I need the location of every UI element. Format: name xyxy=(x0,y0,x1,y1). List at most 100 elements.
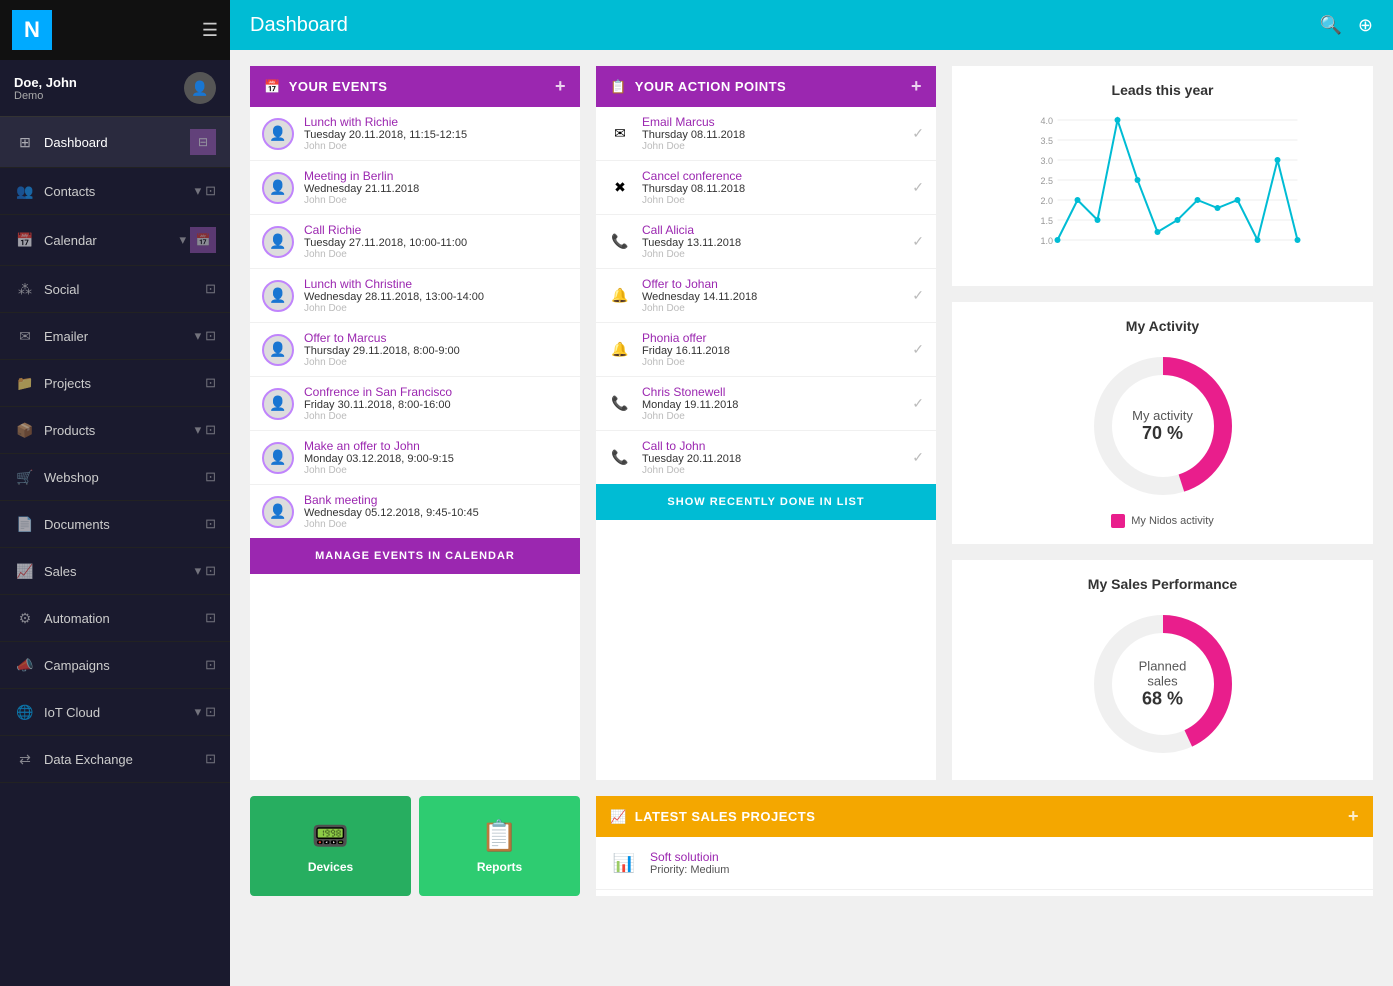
activity-title: My Activity xyxy=(968,318,1357,334)
sidebar-item-calendar[interactable]: 📅 Calendar ▾ 📅 xyxy=(0,215,230,266)
event-date: Monday 03.12.2018, 9:00-9:15 xyxy=(304,453,568,465)
event-title: Lunch with Christine xyxy=(304,277,568,291)
sales-center-label: Planned sales xyxy=(1123,659,1203,689)
hamburger-icon[interactable]: ☰ xyxy=(202,20,218,41)
event-date: Friday 30.11.2018, 8:00-16:00 xyxy=(304,399,568,411)
dashboard-icon: ⊞ xyxy=(14,131,36,153)
event-list-item[interactable]: 👤 Lunch with Richie Tuesday 20.11.2018, … xyxy=(250,107,580,161)
sidebar-label-iot: IoT Cloud xyxy=(44,705,100,720)
sidebar-item-products[interactable]: 📦 Products ▾ ⊡ xyxy=(0,407,230,454)
sidebar-item-dashboard[interactable]: ⊞ Dashboard ⊟ xyxy=(0,117,230,168)
donut-center-text: My activity 70 % xyxy=(1132,408,1193,444)
data-exchange-icon: ⇄ xyxy=(14,748,36,770)
sidebar-item-projects[interactable]: 📁 Projects ⊡ xyxy=(0,360,230,407)
campaigns-icon: 📣 xyxy=(14,654,36,676)
actions-footer-button[interactable]: SHOW RECENTLY DONE IN LIST xyxy=(596,484,936,520)
event-list-item[interactable]: 👤 Make an offer to John Monday 03.12.201… xyxy=(250,431,580,485)
event-avatar: 👤 xyxy=(262,496,294,528)
sidebar-label-contacts: Contacts xyxy=(44,184,95,199)
event-list-item[interactable]: 👤 Lunch with Christine Wednesday 28.11.2… xyxy=(250,269,580,323)
activity-center-label: My activity xyxy=(1132,408,1193,423)
event-date: Wednesday 21.11.2018 xyxy=(304,183,568,195)
sidebar-item-data-exchange[interactable]: ⇄ Data Exchange ⊡ xyxy=(0,736,230,783)
user-info: Doe, John Demo xyxy=(14,75,77,102)
add-icon[interactable]: ⊕ xyxy=(1358,15,1373,36)
event-list-item[interactable]: 👤 Offer to Marcus Thursday 29.11.2018, 8… xyxy=(250,323,580,377)
event-list-item[interactable]: 👤 Bank meeting Wednesday 05.12.2018, 9:4… xyxy=(250,485,580,538)
action-check-button[interactable]: ✓ xyxy=(912,395,924,412)
action-check-button[interactable]: ✓ xyxy=(912,233,924,250)
action-check-button[interactable]: ✓ xyxy=(912,449,924,466)
sales-item-name[interactable]: Soft solutioin xyxy=(650,850,1361,864)
event-list-item[interactable]: 👤 Meeting in Berlin Wednesday 21.11.2018… xyxy=(250,161,580,215)
action-title[interactable]: Call to John xyxy=(642,439,902,453)
svg-text:1.0: 1.0 xyxy=(1041,236,1054,246)
action-user: John Doe xyxy=(642,411,902,422)
actions-add-button[interactable]: + xyxy=(911,76,922,97)
action-user: John Doe xyxy=(642,357,902,368)
svg-text:3.0: 3.0 xyxy=(1041,156,1054,166)
sidebar-label-products: Products xyxy=(44,423,95,438)
action-title[interactable]: Email Marcus xyxy=(642,115,902,129)
action-details: Cancel conference Thursday 08.11.2018 Jo… xyxy=(642,169,902,206)
action-check-button[interactable]: ✓ xyxy=(912,341,924,358)
events-footer-button[interactable]: MANAGE EVENTS IN CALENDAR xyxy=(250,538,580,574)
events-add-button[interactable]: + xyxy=(555,76,566,97)
event-details: Meeting in Berlin Wednesday 21.11.2018 J… xyxy=(304,169,568,206)
sidebar-item-documents[interactable]: 📄 Documents ⊡ xyxy=(0,501,230,548)
action-check-button[interactable]: ✓ xyxy=(912,179,924,196)
sidebar-item-webshop[interactable]: 🛒 Webshop ⊡ xyxy=(0,454,230,501)
action-type-icon: 📞 xyxy=(608,392,632,416)
projects-menu-icon: ⊡ xyxy=(205,375,216,391)
user-name: Doe, John xyxy=(14,75,77,90)
sidebar-item-campaigns[interactable]: 📣 Campaigns ⊡ xyxy=(0,642,230,689)
sidebar-item-iot[interactable]: 🌐 IoT Cloud ▾ ⊡ xyxy=(0,689,230,736)
leads-chart-title: Leads this year xyxy=(968,82,1357,98)
event-avatar: 👤 xyxy=(262,226,294,258)
action-check-button[interactable]: ✓ xyxy=(912,287,924,304)
action-check-button[interactable]: ✓ xyxy=(912,125,924,142)
activity-legend-label: My Nidos activity xyxy=(1131,515,1214,527)
sidebar-item-automation[interactable]: ⚙ Automation ⊡ xyxy=(0,595,230,642)
sales-projects-icon: 📈 xyxy=(610,809,627,825)
social-icon: ⁂ xyxy=(14,278,36,300)
sidebar-item-social[interactable]: ⁂ Social ⊡ xyxy=(0,266,230,313)
action-title[interactable]: Offer to Johan xyxy=(642,277,902,291)
automation-icon: ⚙ xyxy=(14,607,36,629)
sidebar-item-emailer[interactable]: ✉ Emailer ▾ ⊡ xyxy=(0,313,230,360)
sidebar-item-sales[interactable]: 📈 Sales ▾ ⊡ xyxy=(0,548,230,595)
events-calendar-icon: 📅 xyxy=(264,79,281,95)
sales-icon: 📈 xyxy=(14,560,36,582)
event-date: Thursday 29.11.2018, 8:00-9:00 xyxy=(304,345,568,357)
emailer-icon: ✉ xyxy=(14,325,36,347)
top-widgets: 📅 YOUR EVENTS + 👤 Lunch with Richie Tues… xyxy=(250,66,1373,780)
event-avatar: 👤 xyxy=(262,334,294,366)
action-details: Offer to Johan Wednesday 14.11.2018 John… xyxy=(642,277,902,314)
social-menu-icon: ⊡ xyxy=(205,281,216,297)
sidebar-label-campaigns: Campaigns xyxy=(44,658,110,673)
webshop-icon: 🛒 xyxy=(14,466,36,488)
sidebar-item-contacts[interactable]: 👥 Contacts ▾ ⊡ xyxy=(0,168,230,215)
action-type-icon: ✉ xyxy=(608,122,632,146)
product-card-reports[interactable]: 📋 Reports xyxy=(419,796,580,896)
latest-sales-title: LATEST SALES PROJECTS xyxy=(635,809,816,824)
action-title[interactable]: Call Alicia xyxy=(642,223,902,237)
contacts-icon: 👥 xyxy=(14,180,36,202)
product-card-devices[interactable]: 📟 Devices xyxy=(250,796,411,896)
action-title[interactable]: Cancel conference xyxy=(642,169,902,183)
action-title[interactable]: Chris Stonewell xyxy=(642,385,902,399)
search-icon[interactable]: 🔍 xyxy=(1319,15,1341,36)
svg-text:4.0: 4.0 xyxy=(1041,116,1054,126)
activity-percentage: 70 % xyxy=(1132,423,1193,444)
event-avatar: 👤 xyxy=(262,118,294,150)
emailer-dropdown-icon: ▾ xyxy=(195,328,202,344)
actions-list: ✉ Email Marcus Thursday 08.11.2018 John … xyxy=(596,107,936,484)
event-list-item[interactable]: 👤 Call Richie Tuesday 27.11.2018, 10:00-… xyxy=(250,215,580,269)
calendar-dropdown-icon: ▾ xyxy=(179,232,186,248)
action-title[interactable]: Phonia offer xyxy=(642,331,902,345)
action-type-icon: 🔔 xyxy=(608,284,632,308)
latest-sales-add-button[interactable]: + xyxy=(1348,806,1359,827)
action-type-icon: ✖ xyxy=(608,176,632,200)
event-list-item[interactable]: 👤 Confrence in San Francisco Friday 30.1… xyxy=(250,377,580,431)
iot-dropdown-icon: ▾ xyxy=(195,704,202,720)
